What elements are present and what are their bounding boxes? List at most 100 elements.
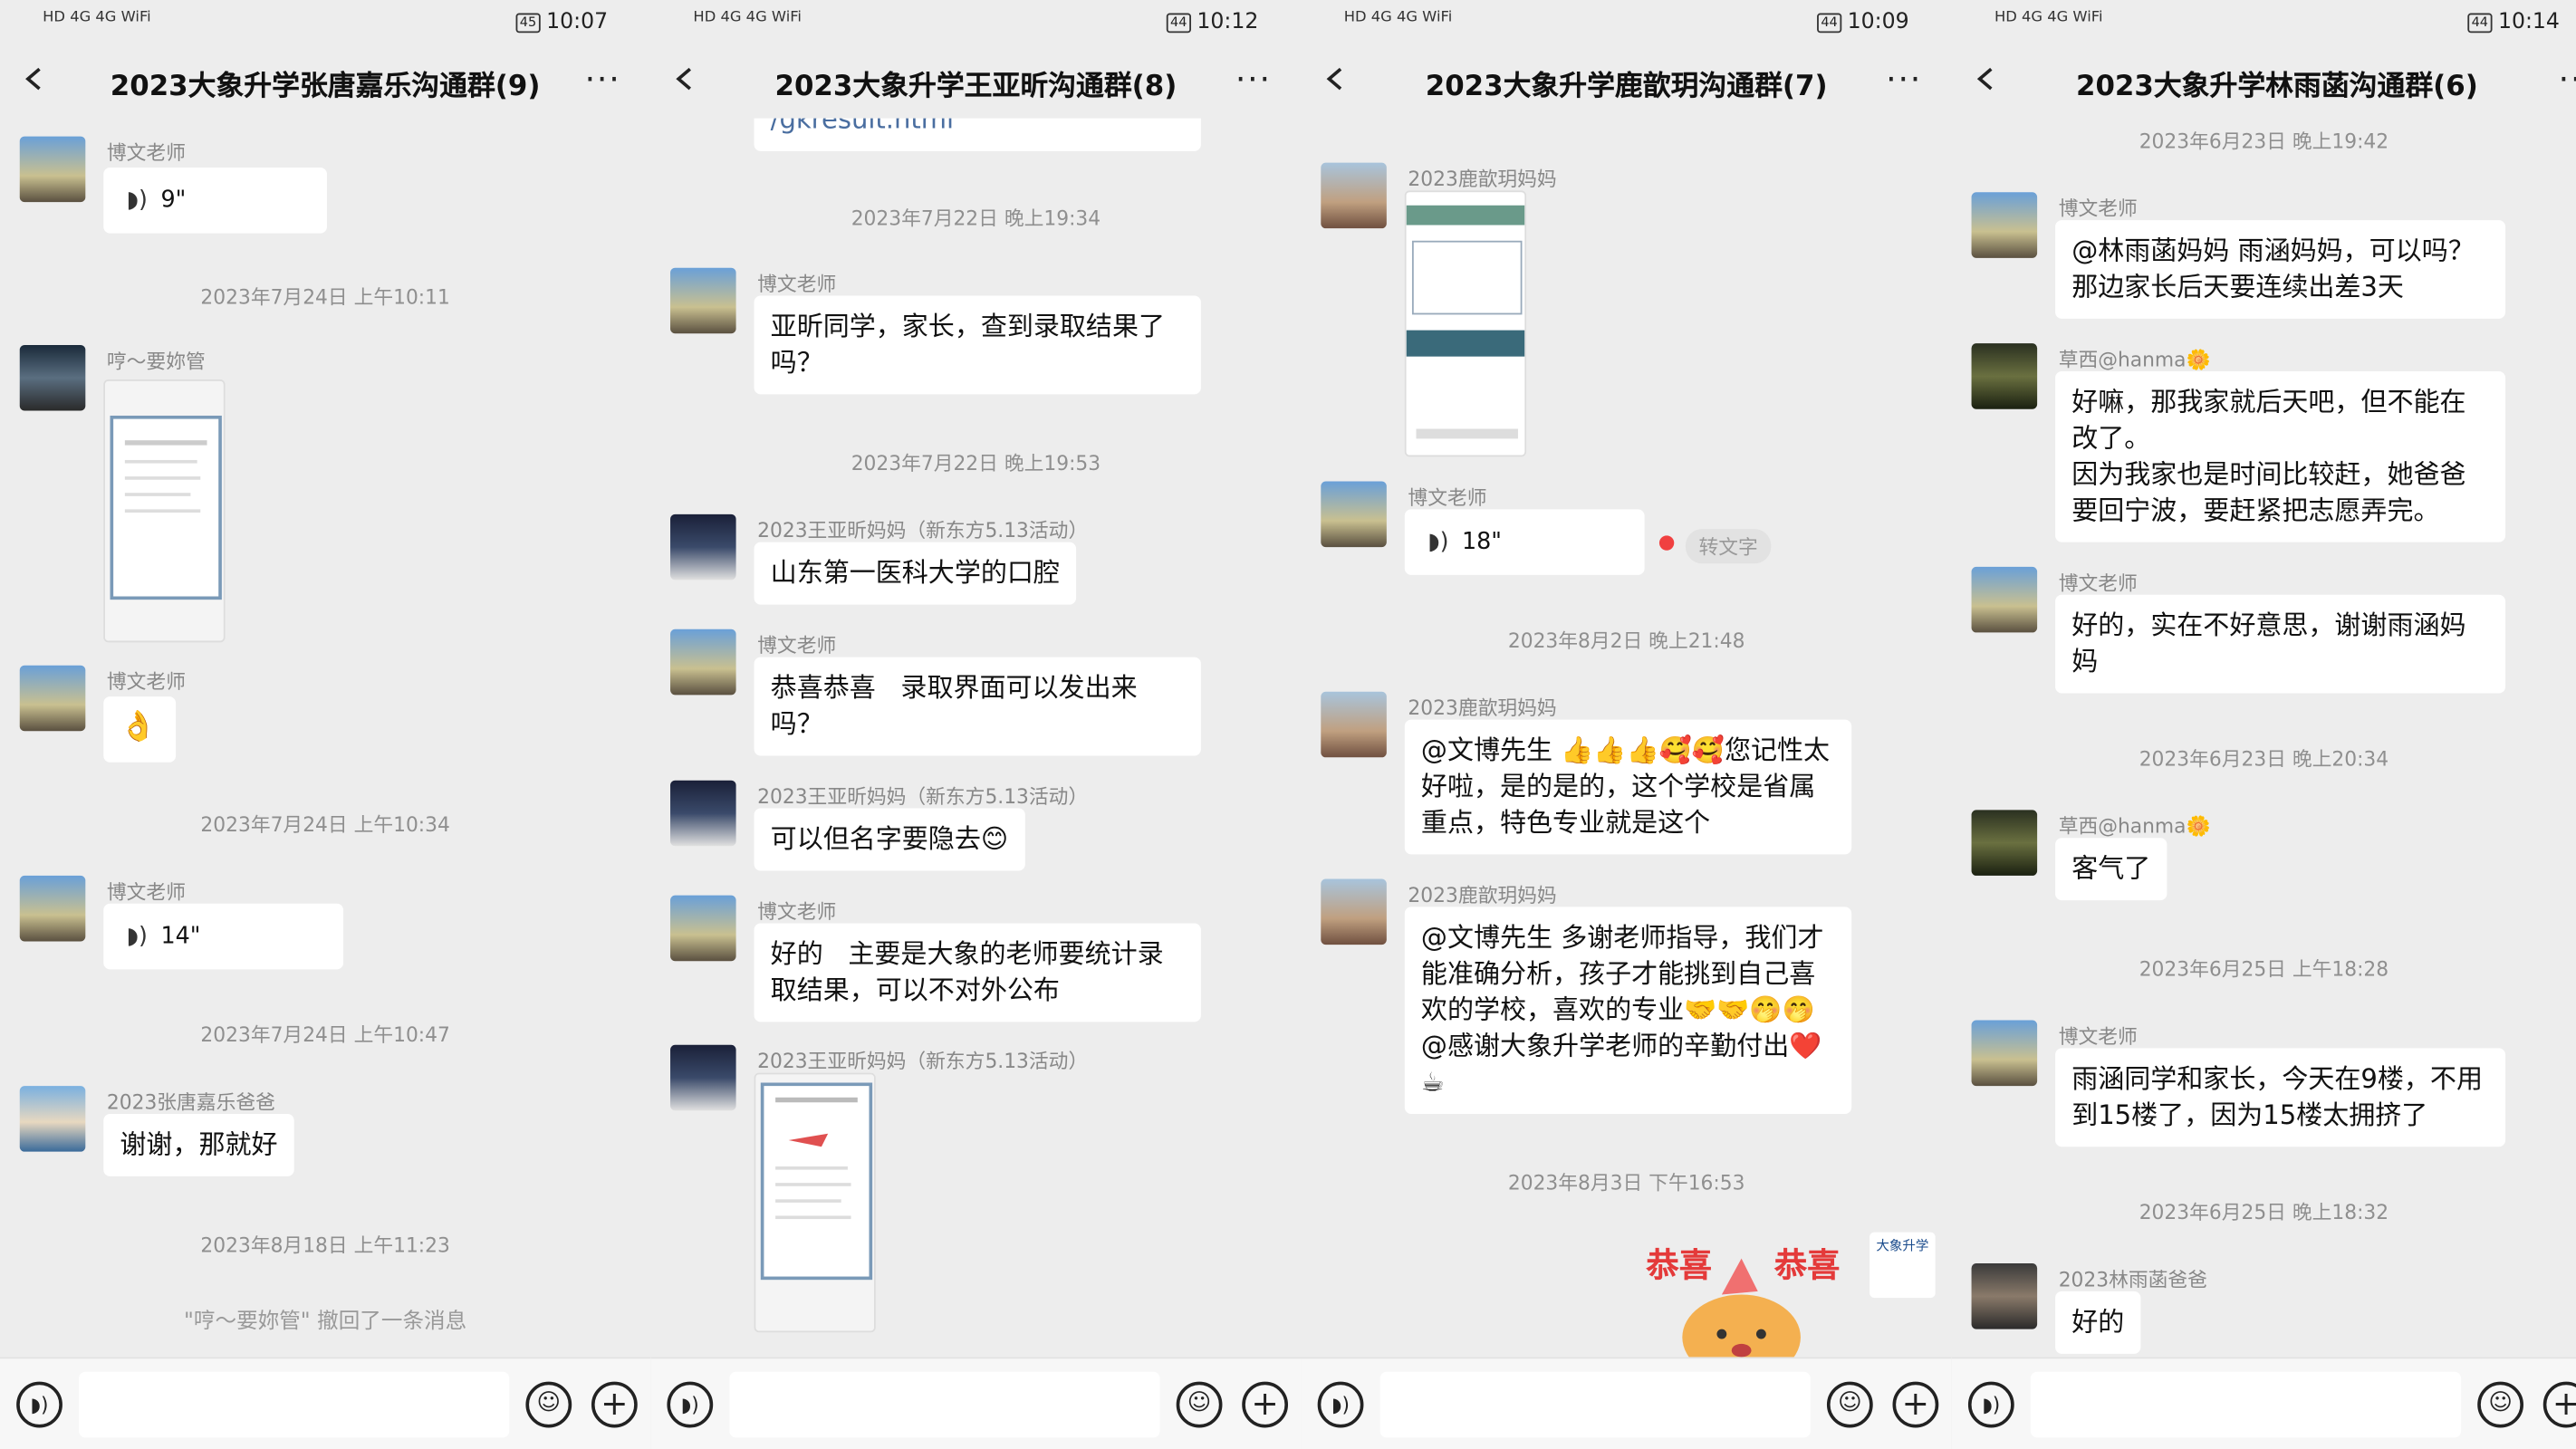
plus-icon[interactable]: +	[591, 1381, 638, 1428]
avatar[interactable]	[1971, 566, 2038, 633]
status-time: 10:09	[1847, 9, 1909, 35]
status-time: 10:07	[546, 9, 609, 35]
voice-input-icon[interactable]: ◗)	[1317, 1381, 1364, 1428]
image-message[interactable]	[1404, 190, 1527, 457]
text-message[interactable]: 好的	[2055, 1291, 2141, 1354]
text-message[interactable]: 好嘛，那我家就后天吧，但不能在改了。 因为我家也是时间比较赶，她爸爸要回宁波，要…	[2055, 370, 2506, 542]
text-message[interactable]: 山东第一医科大学的口腔	[754, 542, 1077, 605]
back-icon[interactable]	[1324, 67, 1347, 91]
text-message[interactable]: 可以但名字要隐去😊	[754, 808, 1025, 871]
message-list[interactable]: 2023鹿歆玥妈妈 博文老师 ◗) 18" 转文字 2023年8月2日 晚上21:…	[1302, 119, 1952, 1358]
emoji-icon[interactable]: ☺	[2477, 1381, 2523, 1428]
avatar[interactable]	[670, 513, 736, 581]
input-bar: ◗) ☺ +	[650, 1357, 1302, 1449]
message-row: 草西@hanma🌼 客气了	[1952, 805, 2576, 910]
message-row: 博文老师 @林雨菡妈妈 雨涵妈妈，可以吗？那边家长后天要连续出差3天	[1952, 187, 2576, 335]
avatar[interactable]	[1971, 343, 2038, 409]
chat-panel-2: HD 4G 4G WiFi 44 10:12 2023大象升学王亚昕沟通群(8) …	[650, 0, 1302, 1449]
more-icon[interactable]: ···	[1235, 59, 1272, 99]
image-message[interactable]	[754, 1072, 876, 1333]
avatar[interactable]	[19, 1086, 86, 1152]
avatar[interactable]	[670, 629, 736, 696]
brand-logo-text: 大象升学	[1876, 1238, 1929, 1254]
voice-input-icon[interactable]: ◗)	[1967, 1381, 2014, 1428]
text-message[interactable]: 雨涵同学和家长，今天在9楼，不用到15楼了，因为15楼太拥挤了	[2055, 1048, 2506, 1147]
avatar[interactable]	[670, 780, 736, 847]
avatar[interactable]	[1321, 162, 1387, 229]
emoji-icon[interactable]: ☺	[1176, 1381, 1223, 1428]
timestamp: 2023年6月25日 晚上18:32	[2139, 1201, 2389, 1224]
link-message[interactable]: /gkresult.html	[754, 118, 1201, 151]
transcribe-button[interactable]: 转文字	[1685, 529, 1772, 564]
avatar[interactable]	[670, 895, 736, 962]
signal-icons: HD 4G 4G WiFi	[693, 9, 802, 27]
avatar[interactable]	[1971, 192, 2038, 258]
avatar[interactable]	[1971, 810, 2038, 876]
avatar[interactable]	[19, 665, 86, 732]
status-bar: HD 4G 4G WiFi 44 10:12	[650, 0, 1301, 46]
admission-document-image	[755, 1074, 874, 1331]
back-icon[interactable]	[674, 67, 697, 91]
chat-title: 2023大象升学王亚昕沟通群(8)	[774, 71, 1177, 104]
voice-input-icon[interactable]: ◗)	[667, 1381, 714, 1428]
avatar[interactable]	[19, 344, 86, 411]
message-input[interactable]	[729, 1371, 1160, 1438]
more-icon[interactable]: ···	[1886, 59, 1922, 99]
status-time: 10:12	[1197, 9, 1259, 35]
image-message[interactable]	[103, 379, 226, 643]
text-message[interactable]: 亚昕同学，家长，查到录取结果了吗？	[754, 295, 1201, 395]
voice-message[interactable]: ◗) 14"	[103, 903, 344, 970]
voice-message[interactable]: ◗) 18"	[1404, 509, 1645, 575]
avatar[interactable]	[1321, 878, 1387, 945]
avatar[interactable]	[1971, 1020, 2038, 1087]
message-row: 博文老师 ◗) 14"	[0, 870, 650, 975]
text-message[interactable]: @林雨菡妈妈 雨涵妈妈，可以吗？那边家长后天要连续出差3天	[2055, 220, 2506, 319]
chat-panel-1: HD 4G 4G WiFi 45 10:07 2023大象升学张唐嘉乐沟通群(9)…	[0, 0, 651, 1449]
back-icon[interactable]	[1975, 67, 1997, 91]
message-list[interactable]: 2023年6月23日 晚上19:42 博文老师 @林雨菡妈妈 雨涵妈妈，可以吗？…	[1952, 119, 2576, 1358]
message-list[interactable]: /gkresult.html 2023年7月22日 晚上19:34 博文老师 亚…	[650, 118, 1301, 1358]
avatar[interactable]	[670, 267, 736, 334]
back-icon[interactable]	[23, 67, 45, 91]
text-message[interactable]: 客气了	[2055, 838, 2167, 901]
message-row: 2023张唐嘉乐爸爸 谢谢，那就好	[0, 1081, 650, 1186]
signal-icons: HD 4G 4G WiFi	[1994, 9, 2103, 27]
message-list[interactable]: 博文老师 ◗) 9" 2023年7月24日 上午10:11 哼～要妳管 博文老师…	[0, 119, 650, 1358]
avatar[interactable]	[19, 136, 86, 203]
cartoon-sticker[interactable]	[1676, 1252, 1823, 1358]
message-row: 博文老师 ◗) 9"	[0, 131, 650, 234]
avatar[interactable]	[19, 875, 86, 942]
message-input[interactable]	[79, 1371, 510, 1438]
sender-name: 草西@hanma🌼	[2058, 814, 2211, 839]
message-row: 2023林雨菡爸爸 好的	[1952, 1259, 2576, 1358]
message-row: 2023王亚昕妈妈（新东方5.13活动）	[650, 1040, 1301, 1352]
plus-icon[interactable]: +	[2542, 1381, 2576, 1428]
text-message[interactable]: 恭喜恭喜 录取界面可以发出来吗？	[754, 657, 1201, 756]
voice-message[interactable]: ◗) 9"	[103, 168, 327, 234]
input-bar: ◗) ☺ +	[0, 1357, 651, 1449]
text-message[interactable]: 好的 主要是大象的老师要统计录取结果，可以不对外公布	[754, 923, 1201, 1022]
emoji-icon[interactable]: ☺	[525, 1381, 572, 1428]
plus-icon[interactable]: +	[1892, 1381, 1939, 1428]
message-input[interactable]	[2030, 1371, 2462, 1438]
timestamp: 2023年7月24日 上午10:47	[200, 1023, 450, 1047]
text-message[interactable]: 好的，实在不好意思，谢谢雨涵妈妈	[2055, 594, 2506, 694]
text-message[interactable]: @文博先生 👍👍👍🥰🥰您记性太好啦，是的是的，这个学校是省属重点，特色专业就是这…	[1404, 719, 1852, 855]
text-message[interactable]: @文博先生 多谢老师指导，我们才能准确分析，孩子才能挑到自己喜欢的学校，喜欢的专…	[1404, 907, 1852, 1114]
avatar[interactable]	[670, 1044, 736, 1111]
emoji-message[interactable]: 👌	[103, 696, 177, 763]
avatar[interactable]	[1321, 481, 1387, 548]
sender-name: 博文老师	[2058, 571, 2138, 595]
input-bar: ◗) ☺ +	[1301, 1357, 1952, 1449]
plus-icon[interactable]: +	[1242, 1381, 1289, 1428]
message-input[interactable]	[1379, 1371, 1811, 1438]
avatar[interactable]	[1971, 1263, 2038, 1329]
avatar[interactable]	[1321, 691, 1387, 758]
emoji-icon[interactable]: ☺	[1826, 1381, 1873, 1428]
more-icon[interactable]: ···	[585, 59, 621, 99]
sender-name: 博文老师	[2058, 197, 2138, 221]
text-message[interactable]: 谢谢，那就好	[103, 1113, 294, 1176]
more-icon[interactable]: ··	[2559, 59, 2576, 99]
voice-input-icon[interactable]: ◗)	[16, 1381, 62, 1428]
title-bar: 2023大象升学张唐嘉乐沟通群(9) ···	[0, 46, 650, 119]
